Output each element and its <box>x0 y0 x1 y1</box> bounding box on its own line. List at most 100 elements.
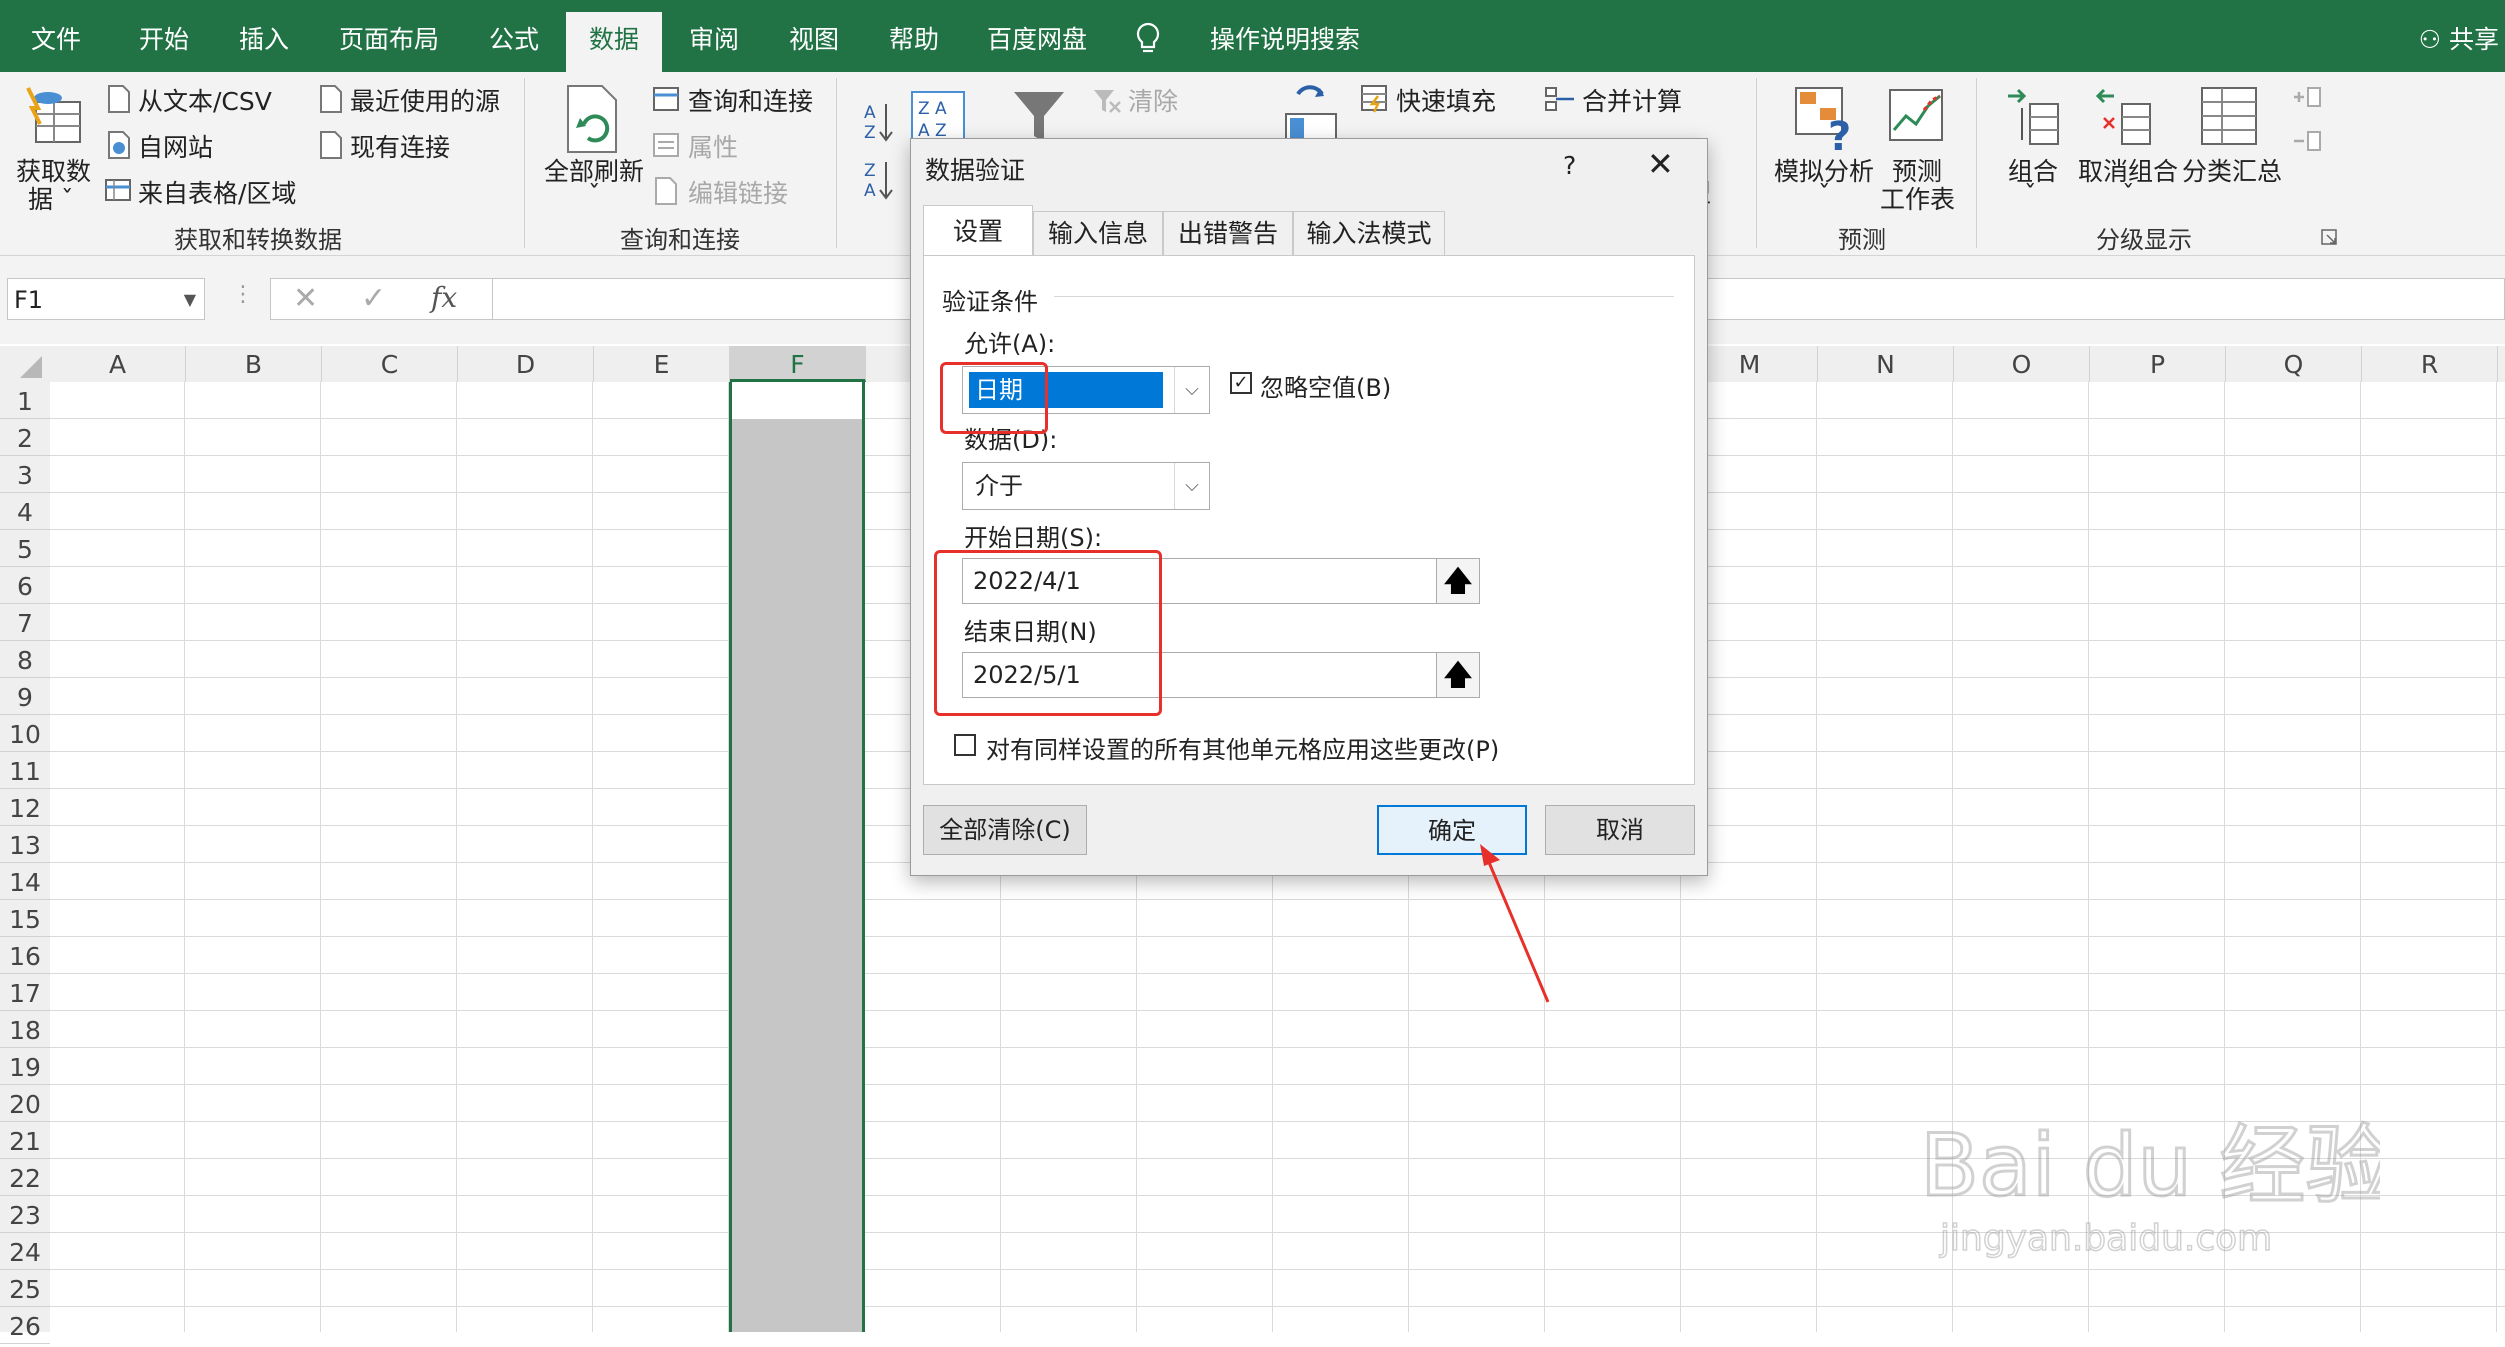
refresh-all-arrow[interactable]: ˇ <box>588 180 601 209</box>
row-header-3[interactable]: 3 <box>0 456 50 493</box>
tab-settings[interactable]: 设置 <box>923 205 1033 257</box>
row-header-17[interactable]: 17 <box>0 974 50 1011</box>
tab-baidu-netdisk[interactable]: 百度网盘 <box>982 0 1092 72</box>
get-data-label-2[interactable]: 据 ˇ <box>28 180 73 216</box>
column-header-c[interactable]: C <box>322 346 458 382</box>
column-header-f[interactable]: F <box>730 346 866 382</box>
row-header-4[interactable]: 4 <box>0 493 50 530</box>
row-header-6[interactable]: 6 <box>0 567 50 604</box>
help-icon[interactable]: ? <box>1563 151 1576 180</box>
column-header-b[interactable]: B <box>186 346 322 382</box>
from-web-button[interactable]: 自网站 <box>138 128 213 164</box>
group-arrow[interactable]: ˇ <box>2024 180 2037 209</box>
data-selected-value: 介于 <box>975 472 1023 500</box>
clear-all-button[interactable]: 全部清除(C) <box>923 805 1087 855</box>
select-all-icon[interactable] <box>14 354 44 380</box>
row-header-9[interactable]: 9 <box>0 678 50 715</box>
subtotal-button[interactable]: 分类汇总 <box>2182 152 2282 188</box>
column-header-o[interactable]: O <box>1954 346 2090 382</box>
properties-button[interactable]: 属性 <box>688 128 738 164</box>
subtotal-icon <box>2201 87 2257 145</box>
tab-page-layout[interactable]: 页面布局 <box>330 0 448 72</box>
edit-links-button[interactable]: 编辑链接 <box>688 174 788 210</box>
queries-connections-button[interactable]: 查询和连接 <box>688 82 813 118</box>
collapse-dialog-icon[interactable]: 🡅 <box>1436 558 1480 604</box>
row-headers: 1 2 3 4 5 6 7 8 9 10 11 12 13 14 15 16 17 18 19 20 21 22 23 24 2… <box>0 382 51 1344</box>
chevron-down-icon[interactable]: ⌵ <box>1174 367 1209 413</box>
collapse-dialog-icon[interactable]: 🡅 <box>1436 652 1480 698</box>
name-box-value: F1 <box>14 286 44 314</box>
dialog-launcher-icon[interactable] <box>2320 228 2338 246</box>
row-header-12[interactable]: 12 <box>0 789 50 826</box>
row-header-5[interactable]: 5 <box>0 530 50 567</box>
data-select[interactable]: 介于 ⌵ <box>962 462 1210 510</box>
row-header-19[interactable]: 19 <box>0 1048 50 1085</box>
forecast-sheet-label-2[interactable]: 工作表 <box>1880 180 1955 216</box>
more-options-icon[interactable]: ⋮ <box>232 282 254 307</box>
clear-filter-button[interactable]: 清除 <box>1128 82 1178 118</box>
row-header-2[interactable]: 2 <box>0 419 50 456</box>
consolidate-button[interactable]: 合并计算 <box>1582 82 1682 118</box>
tab-input-message[interactable]: 输入信息 <box>1033 211 1163 255</box>
row-header-15[interactable]: 15 <box>0 900 50 937</box>
row-header-18[interactable]: 18 <box>0 1011 50 1048</box>
column-header-d[interactable]: D <box>458 346 594 382</box>
row-header-13[interactable]: 13 <box>0 826 50 863</box>
tab-data[interactable]: 数据 <box>566 12 662 72</box>
insert-function-icon[interactable]: fx <box>431 281 457 314</box>
row-header-25[interactable]: 25 <box>0 1270 50 1307</box>
confirm-formula-icon[interactable]: ✓ <box>361 281 386 316</box>
row-header-24[interactable]: 24 <box>0 1233 50 1270</box>
column-header-a[interactable]: A <box>50 346 186 382</box>
row-header-14[interactable]: 14 <box>0 863 50 900</box>
column-header-r[interactable]: R <box>2362 346 2498 382</box>
tab-insert[interactable]: 插入 <box>226 0 302 72</box>
share-button[interactable]: ⚇ 共享 <box>2419 0 2499 80</box>
selected-column-f[interactable] <box>729 382 865 1332</box>
svg-text:Z A: Z A <box>918 99 947 119</box>
column-header-n[interactable]: N <box>1818 346 1954 382</box>
recent-sources-button[interactable]: 最近使用的源 <box>350 82 500 118</box>
tab-file[interactable]: 文件 <box>18 0 94 72</box>
what-if-arrow[interactable]: ˇ <box>1818 180 1831 209</box>
existing-connections-button[interactable]: 现有连接 <box>350 128 450 164</box>
chevron-down-icon[interactable]: ▼ <box>184 279 196 321</box>
from-table-range-button[interactable]: 来自表格/区域 <box>138 174 296 210</box>
from-text-csv-button[interactable]: 从文本/CSV <box>138 82 272 118</box>
row-header-11[interactable]: 11 <box>0 752 50 789</box>
tab-error-alert[interactable]: 出错警告 <box>1163 211 1293 255</box>
tab-help[interactable]: 帮助 <box>876 0 952 72</box>
row-header-1[interactable]: 1 <box>0 382 50 419</box>
name-box[interactable]: F1 ▼ <box>7 278 205 320</box>
properties-icon <box>653 133 679 157</box>
cancel-formula-icon[interactable]: ✕ <box>293 281 318 316</box>
active-cell-f1[interactable] <box>732 382 862 419</box>
row-header-10[interactable]: 10 <box>0 715 50 752</box>
text-file-icon <box>108 85 130 113</box>
row-header-26[interactable]: 26 <box>0 1307 50 1344</box>
flash-fill-button[interactable]: 快速填充 <box>1396 82 1496 118</box>
chevron-down-icon[interactable]: ⌵ <box>1174 463 1209 509</box>
row-header-16[interactable]: 16 <box>0 937 50 974</box>
row-header-20[interactable]: 20 <box>0 1085 50 1122</box>
tab-ime-mode[interactable]: 输入法模式 <box>1293 211 1445 255</box>
tab-view[interactable]: 视图 <box>776 0 852 72</box>
column-header-p[interactable]: P <box>2090 346 2226 382</box>
row-header-8[interactable]: 8 <box>0 641 50 678</box>
tab-formulas[interactable]: 公式 <box>476 0 552 72</box>
tab-review[interactable]: 审阅 <box>676 0 752 72</box>
column-header-e[interactable]: E <box>594 346 730 382</box>
tab-home[interactable]: 开始 <box>126 0 202 72</box>
close-icon[interactable]: ✕ <box>1647 145 1674 183</box>
ignore-blank-checkbox[interactable]: ✓ <box>1230 372 1252 394</box>
row-header-23[interactable]: 23 <box>0 1196 50 1233</box>
tell-me-search[interactable]: 操作说明搜索 <box>1190 0 1380 72</box>
row-header-7[interactable]: 7 <box>0 604 50 641</box>
row-header-22[interactable]: 22 <box>0 1159 50 1196</box>
ungroup-arrow[interactable]: ˇ <box>2122 180 2135 209</box>
clear-filter-icon <box>1094 90 1121 113</box>
column-header-q[interactable]: Q <box>2226 346 2362 382</box>
apply-to-all-checkbox[interactable] <box>954 734 976 756</box>
row-header-21[interactable]: 21 <box>0 1122 50 1159</box>
dialog-title: 数据验证 <box>925 156 1026 185</box>
